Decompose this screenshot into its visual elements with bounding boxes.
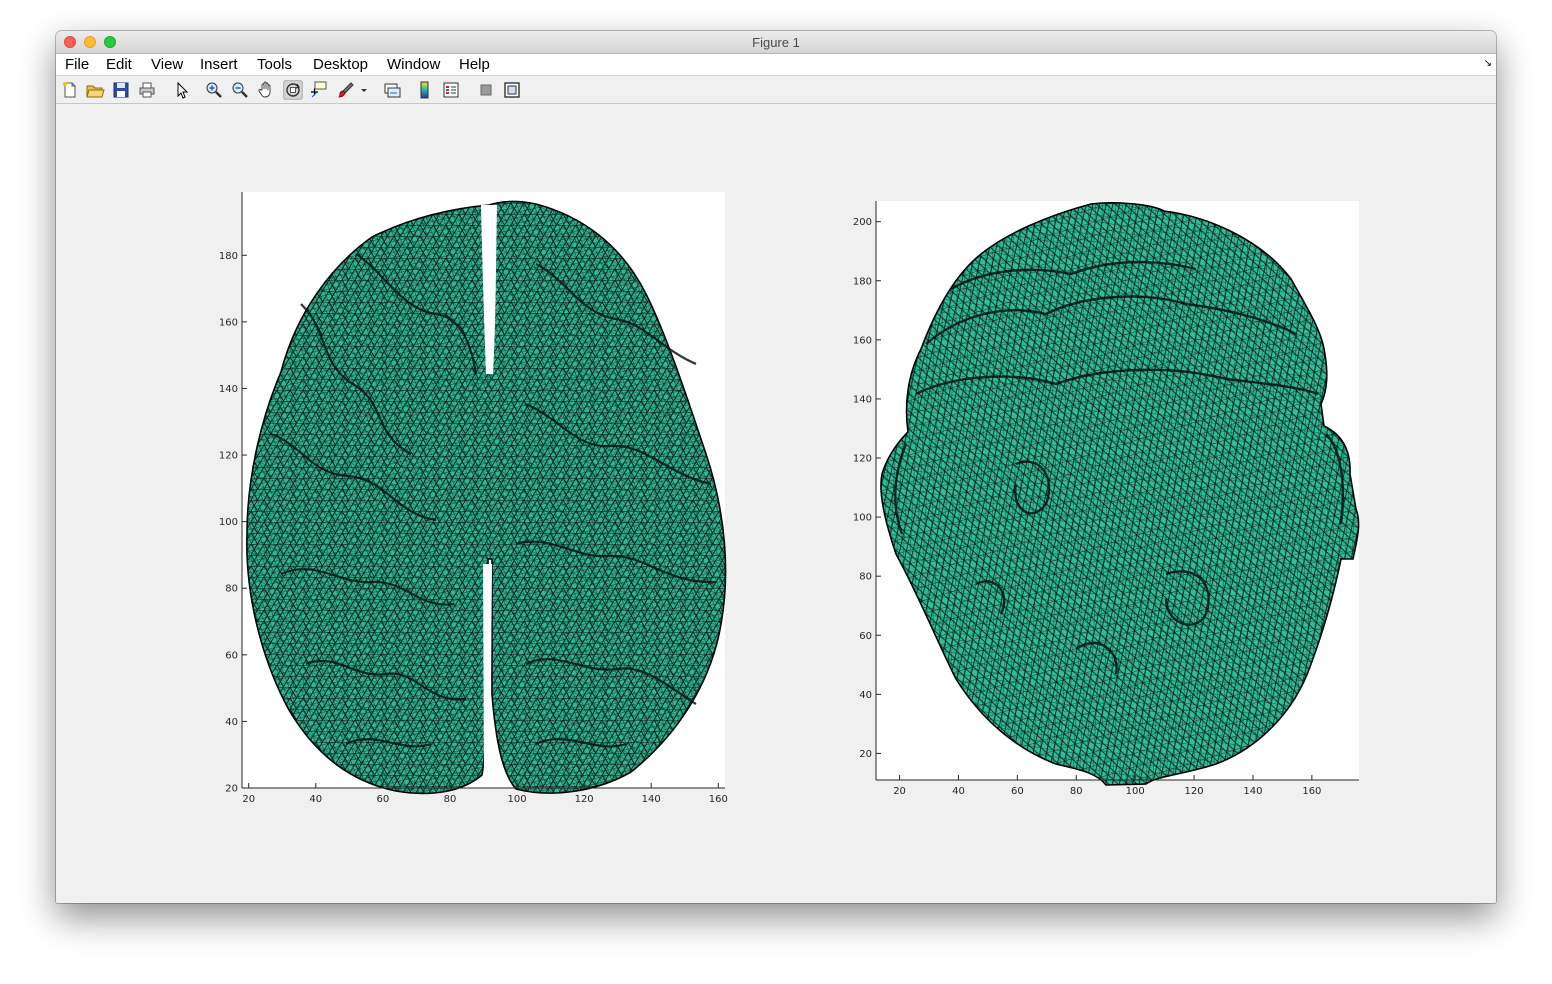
menu-insert[interactable]: Insert [200,56,238,73]
figure-canvas[interactable]: 20 40 60 80 100 120 140 160 20 40 60 80 100 120 140 160… [56,104,1496,903]
left-y-tick-label: 100 [219,517,238,528]
right-x-tick-label: 160 [1302,786,1321,797]
zoom-in-icon[interactable] [204,80,224,100]
menu-file[interactable]: File [65,56,89,73]
hide-plot-tools-icon[interactable] [476,80,496,100]
menu-help[interactable]: Help [459,56,490,73]
right-x-tick-label: 20 [893,786,906,797]
left-x-tick-label: 80 [444,794,457,805]
right-y-tick-label: 120 [853,454,872,465]
left-y-tick-label: 120 [219,451,238,462]
window-title: Figure 1 [752,35,800,50]
insert-legend-icon[interactable] [441,80,461,100]
left-x-tick-label: 40 [309,794,322,805]
left-x-tick-label: 140 [642,794,661,805]
left-y-tick-label: 60 [225,650,238,661]
right-y-tick-label: 160 [853,335,872,346]
right-y-tick-label: 100 [853,513,872,524]
axes-left[interactable]: 20 40 60 80 100 120 140 160 20 40 60 80 100 120 140 160… [219,192,728,805]
right-x-tick-label: 100 [1126,786,1145,797]
right-y-tick-label: 60 [859,631,872,642]
save-icon[interactable] [111,80,131,100]
left-x-tick-label: 100 [507,794,526,805]
insert-colorbar-icon[interactable] [415,80,435,100]
right-y-tick-label: 180 [853,276,872,287]
right-y-tick-label: 40 [859,690,872,701]
zoom-out-icon[interactable] [230,80,250,100]
pan-hand-icon[interactable] [256,80,276,100]
figure-svg: 20 40 60 80 100 120 140 160 20 40 60 80 100 120 140 160… [219,192,1360,805]
left-x-tick-label: 160 [709,794,728,805]
new-figure-icon[interactable] [60,80,80,100]
left-x-tick-label: 120 [575,794,594,805]
menu-tools[interactable]: Tools [257,56,292,73]
link-plot-icon[interactable] [382,80,402,100]
show-plot-tools-icon[interactable] [502,80,522,100]
left-x-tick-label: 20 [242,794,255,805]
left-y-tick-label: 80 [225,584,238,595]
open-file-icon[interactable] [85,80,105,100]
axes-right[interactable]: 20 40 60 80 100 120 140 160 20 40 60 80 100 120 140 160… [853,201,1360,797]
left-y-tick-label: 140 [219,384,238,395]
brush-icon[interactable] [336,80,356,100]
menu-bar: File Edit View Insert Tools Desktop Wind… [56,54,1496,76]
right-x-tick-label: 40 [952,786,965,797]
rotate-3d-icon[interactable] [283,80,303,100]
title-bar[interactable]: Figure 1 [56,31,1496,54]
menu-edit[interactable]: Edit [106,56,132,73]
right-x-tick-label: 80 [1070,786,1083,797]
menu-window[interactable]: Window [387,56,440,73]
data-cursor-icon[interactable] [309,80,329,100]
figure-toolbar [56,76,1496,104]
left-y-tick-label: 40 [225,717,238,728]
dock-arrow-icon[interactable]: ↘ [1484,58,1492,69]
right-x-tick-label: 120 [1185,786,1204,797]
right-x-tick-label: 140 [1243,786,1262,797]
brush-dropdown-icon[interactable] [358,80,370,100]
edit-plot-arrow-icon[interactable] [172,80,192,100]
left-y-tick-label: 160 [219,317,238,328]
right-y-tick-label: 80 [859,572,872,583]
figure-window: Figure 1 File Edit View Insert Tools Des… [56,31,1496,903]
print-icon[interactable] [137,80,157,100]
menu-desktop[interactable]: Desktop [313,56,368,73]
left-x-tick-label: 60 [377,794,390,805]
right-x-tick-label: 60 [1011,786,1024,797]
right-y-tick-label: 140 [853,394,872,405]
right-y-tick-label: 20 [859,749,872,760]
left-y-tick-label: 180 [219,251,238,262]
menu-view[interactable]: View [151,56,183,73]
left-y-tick-label: 20 [225,784,238,795]
right-y-tick-label: 200 [853,217,872,228]
